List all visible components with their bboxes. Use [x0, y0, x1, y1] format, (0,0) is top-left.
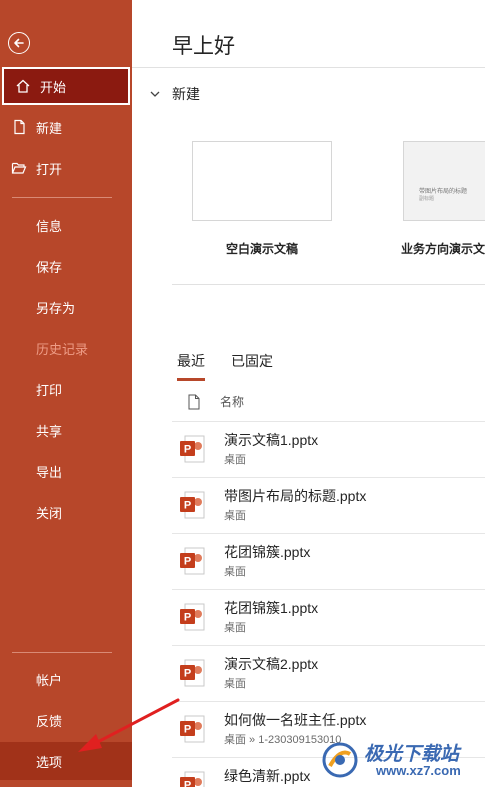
watermark-logo-icon	[322, 742, 358, 778]
file-name: 如何做一名班主任.pptx	[224, 712, 367, 728]
template-business-label[interactable]: 业务方向演示文	[401, 240, 485, 257]
svg-text:P: P	[184, 668, 191, 680]
site-watermark: 极光下载站 www.xz7.com	[320, 736, 485, 786]
template-blank-thumbnail	[192, 141, 332, 221]
recent-file-row[interactable]: P 演示文稿2.pptx 桌面	[172, 646, 485, 702]
nav-home[interactable]: 开始	[2, 67, 130, 105]
template-business-thumbnail[interactable]: 带图片布局的标题 副标题	[403, 141, 485, 221]
recent-file-row[interactable]: P 花团锦簇1.pptx 桌面	[172, 590, 485, 646]
chevron-down-icon	[150, 91, 160, 97]
nav-home-label: 开始	[40, 79, 67, 95]
watermark-url: www.xz7.com	[376, 763, 461, 778]
nav-history-label: 历史记录	[36, 341, 89, 357]
watermark-title: 极光下载站	[364, 744, 460, 765]
nav-close[interactable]: 关闭	[0, 493, 132, 531]
new-section-toggle[interactable]: 新建	[150, 84, 200, 104]
file-type-icon	[188, 394, 200, 409]
file-location: 桌面	[224, 454, 246, 466]
nav-share-label: 共享	[36, 423, 63, 439]
sidebar-divider-bottom	[12, 652, 112, 653]
file-name: 花团锦簇.pptx	[224, 544, 311, 560]
file-name: 绿色清新.pptx	[224, 768, 311, 784]
nav-account-label: 帐户	[36, 672, 63, 688]
header-divider	[132, 67, 485, 68]
back-button[interactable]	[8, 32, 30, 54]
powerpoint-file-icon: P	[180, 491, 205, 519]
powerpoint-file-icon: P	[180, 435, 205, 463]
template-blank-label[interactable]: 空白演示文稿	[226, 240, 298, 257]
nav-open[interactable]: 打开	[0, 149, 132, 187]
file-name: 演示文稿1.pptx	[224, 432, 319, 448]
nav-export[interactable]: 导出	[0, 452, 132, 490]
nav-save-label: 保存	[36, 259, 63, 275]
tab-recent[interactable]: 最近	[177, 351, 205, 381]
file-name: 花团锦簇1.pptx	[224, 600, 319, 616]
svg-text:P: P	[184, 500, 191, 512]
file-location: 桌面	[224, 566, 246, 578]
nav-feedback-label: 反馈	[36, 713, 63, 729]
section-divider	[172, 284, 485, 285]
powerpoint-file-icon: P	[180, 603, 205, 631]
sidebar-divider	[12, 197, 112, 198]
name-column-header[interactable]: 名称	[188, 393, 244, 410]
backstage-sidebar: 开始 新建 打开 信息 保存 另存为 历史记录 打印 共享 导出 关闭 帐户 反…	[0, 0, 132, 787]
nav-print[interactable]: 打印	[0, 370, 132, 408]
template-business-thumb-title: 带图片布局的标题	[419, 189, 468, 195]
powerpoint-file-icon: P	[180, 547, 205, 575]
svg-text:P: P	[184, 444, 191, 456]
file-location: 桌面	[224, 678, 246, 690]
nav-close-label: 关闭	[36, 505, 63, 521]
powerpoint-file-icon: P	[180, 771, 205, 787]
recent-file-row[interactable]: P 花团锦簇.pptx 桌面	[172, 534, 485, 590]
new-document-icon	[11, 119, 27, 135]
file-tabs: 最近 已固定	[177, 351, 299, 381]
nav-options-label: 选项	[36, 754, 63, 770]
nav-save-as[interactable]: 另存为	[0, 288, 132, 326]
file-location: 桌面	[224, 622, 246, 634]
nav-print-label: 打印	[36, 382, 63, 398]
recent-file-row[interactable]: P 带图片布局的标题.pptx 桌面	[172, 478, 485, 534]
backstage-main: 早上好 新建 空白演示文稿 带图片布局的标题 副标题 业务方向演示文 最近 已固…	[132, 0, 485, 787]
nav-export-label: 导出	[36, 464, 63, 480]
recent-file-row[interactable]: P 演示文稿1.pptx 桌面	[172, 422, 485, 478]
nav-share[interactable]: 共享	[0, 411, 132, 449]
nav-open-label: 打开	[36, 161, 63, 177]
nav-info-label: 信息	[36, 218, 63, 234]
new-section-title: 新建	[172, 86, 200, 102]
annotation-arrow	[78, 698, 180, 752]
greeting-title: 早上好	[172, 35, 235, 58]
svg-text:P: P	[184, 556, 191, 568]
nav-save[interactable]: 保存	[0, 247, 132, 285]
svg-text:P: P	[184, 780, 191, 787]
template-blank[interactable]	[192, 141, 332, 221]
nav-new[interactable]: 新建	[0, 108, 132, 146]
tab-pinned[interactable]: 已固定	[231, 351, 273, 379]
nav-save-as-label: 另存为	[36, 300, 76, 316]
nav-new-label: 新建	[36, 120, 63, 136]
back-arrow-icon	[14, 38, 24, 48]
template-business-thumb-subtitle: 副标题	[419, 196, 435, 202]
file-name: 演示文稿2.pptx	[224, 656, 319, 672]
powerpoint-file-icon: P	[180, 659, 205, 687]
nav-info[interactable]: 信息	[0, 206, 132, 244]
home-icon	[15, 78, 31, 94]
file-location: 桌面	[224, 510, 246, 522]
name-column-label: 名称	[220, 395, 245, 409]
nav-history: 历史记录	[0, 329, 132, 367]
folder-open-icon	[11, 160, 27, 176]
svg-text:P: P	[184, 612, 191, 624]
file-name: 带图片布局的标题.pptx	[224, 488, 367, 504]
